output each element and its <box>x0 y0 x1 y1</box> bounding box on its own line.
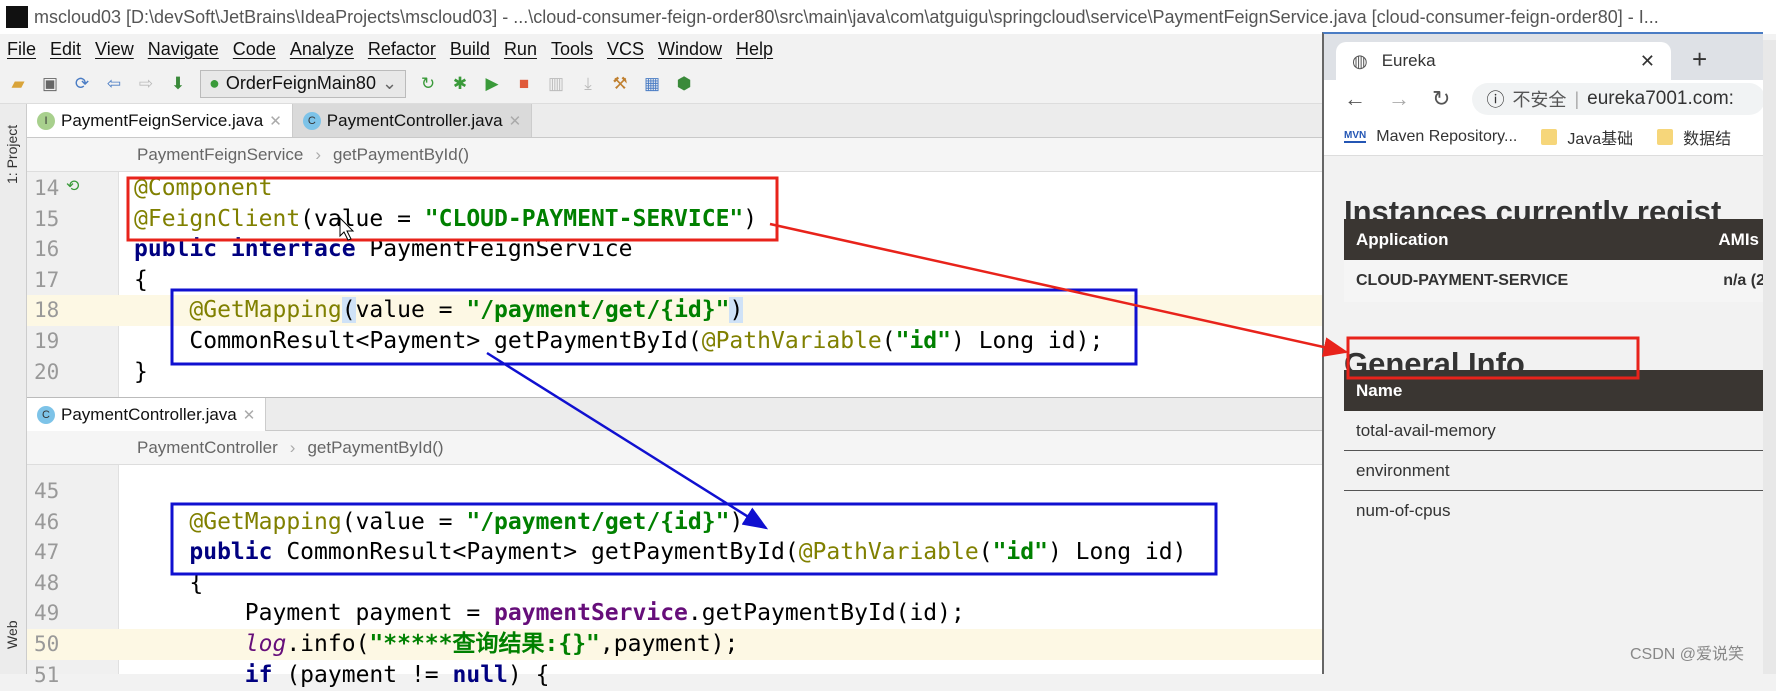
mouse-cursor-icon <box>339 216 355 241</box>
blue-highlight-box-2 <box>170 502 1218 576</box>
blue-highlight-box <box>170 288 1138 366</box>
blue-arrow <box>486 351 769 530</box>
annotation-overlay <box>126 176 1640 576</box>
red-highlight-box <box>126 176 779 242</box>
red-arrow <box>769 222 1349 357</box>
red-highlight-box-eureka <box>1346 336 1640 380</box>
